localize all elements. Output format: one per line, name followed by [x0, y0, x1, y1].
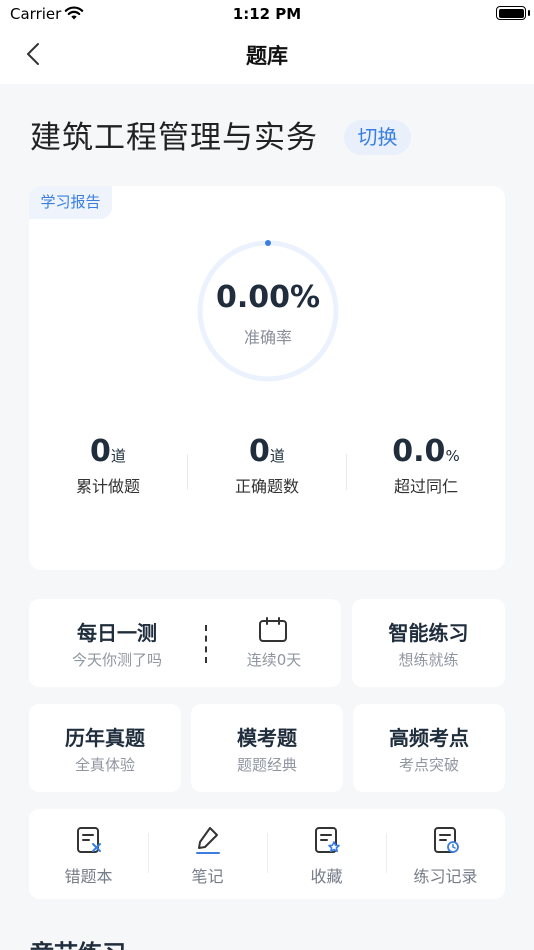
- chapter-practice-title: 章节练习: [30, 934, 126, 950]
- battery-icon: [496, 6, 526, 20]
- stat-correct-count: 0道 正确题数: [188, 434, 346, 497]
- stat-label: 累计做题: [75, 477, 140, 496]
- favorites-icon: [315, 827, 340, 853]
- daily-test-subtitle: 今天你测了吗: [71, 651, 162, 669]
- tools-card: 错题本 笔记 收藏 练习记录: [29, 809, 505, 899]
- smart-practice-card[interactable]: 智能练习 想练就练: [352, 599, 505, 687]
- card-title: 高频考点: [389, 726, 469, 750]
- stat-unit: 道: [269, 447, 285, 465]
- battery-nub: [528, 10, 530, 16]
- mock-exam-card[interactable]: 模考题 题题经典: [191, 704, 343, 792]
- stat-value: 0: [249, 434, 270, 469]
- wrong-questions-icon: [77, 827, 101, 853]
- smart-practice-title: 智能练习: [388, 621, 469, 645]
- stat-value: 0: [90, 434, 111, 469]
- stat-unit: 道: [110, 447, 126, 465]
- pencil-icon: [196, 827, 220, 854]
- card-subtitle: 全真体验: [74, 756, 135, 774]
- tool-label: 练习记录: [413, 867, 478, 886]
- stat-label: 超过同仁: [393, 477, 458, 496]
- tool-notes[interactable]: 笔记: [148, 809, 267, 899]
- card-title: 历年真题: [65, 726, 145, 750]
- stat-label: 正确题数: [234, 477, 299, 496]
- practice-record-icon: [434, 827, 459, 853]
- key-points-card[interactable]: 高频考点 考点突破: [353, 704, 505, 792]
- subject-title: 建筑工程管理与实务: [30, 120, 318, 156]
- daily-streak-section[interactable]: 连续0天: [207, 599, 341, 687]
- smart-practice-subtitle: 想练就练: [398, 651, 459, 669]
- tool-practice-record[interactable]: 练习记录: [386, 809, 505, 899]
- card-title: 模考题: [237, 726, 297, 750]
- tool-wrong-questions[interactable]: 错题本: [29, 809, 148, 899]
- study-report-tag: 学习报告: [29, 186, 112, 219]
- study-report-card[interactable]: 学习报告 0.00% 准确率 0道 累计做题 0道 正确题数 0.0% 超过同仁: [29, 186, 505, 570]
- card-subtitle: 考点突破: [398, 756, 459, 774]
- tool-label: 收藏: [310, 867, 343, 886]
- daily-streak-label: 连续0天: [246, 651, 302, 669]
- tool-label: 笔记: [191, 867, 224, 886]
- past-exams-card[interactable]: 历年真题 全真体验: [29, 704, 181, 792]
- page-title: 题库: [246, 44, 288, 68]
- daily-test-title: 每日一测: [77, 621, 157, 645]
- switch-subject-button[interactable]: 切换: [344, 120, 411, 155]
- card-subtitle: 题题经典: [236, 756, 297, 774]
- daily-test-section[interactable]: 每日一测 今天你测了吗: [29, 599, 205, 687]
- tool-favorites[interactable]: 收藏: [267, 809, 386, 899]
- accuracy-value: 0.00%: [215, 280, 321, 315]
- stat-percentile: 0.0% 超过同仁: [347, 434, 505, 497]
- tool-label: 错题本: [64, 867, 113, 886]
- stat-value: 0.0: [392, 434, 446, 469]
- clock: 1:12 PM: [232, 5, 302, 23]
- calendar-icon: [259, 617, 287, 642]
- nav-bar: 题库: [0, 30, 534, 84]
- accuracy-ring-marker: [265, 240, 271, 246]
- stat-unit: %: [445, 447, 460, 465]
- accuracy-label: 准确率: [243, 328, 292, 347]
- daily-test-card[interactable]: 每日一测 今天你测了吗 连续0天: [29, 599, 341, 687]
- status-bar: Carrier 1:12 PM: [0, 0, 534, 30]
- stat-total-done: 0道 累计做题: [29, 434, 187, 497]
